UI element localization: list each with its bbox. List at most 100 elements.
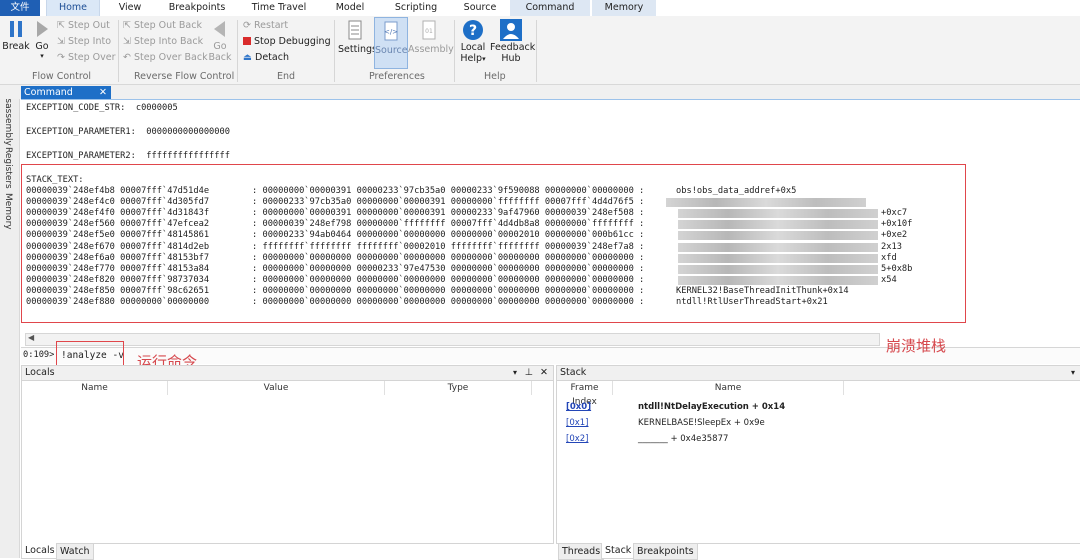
step-over-back-label: Step Over Back [134, 52, 208, 63]
locals-pane: Locals ▾ ⊥ ✕ Name Value Type [21, 365, 554, 544]
horizontal-scrollbar[interactable]: ◀ [25, 333, 880, 346]
restart-button[interactable]: ⟳ Restart [243, 20, 288, 31]
source-label: Source [375, 45, 408, 56]
tab-memory[interactable]: Memory [592, 0, 656, 16]
step-into-back-label: Step Into Back [134, 36, 204, 47]
frame-index[interactable]: [0x1] [566, 418, 588, 428]
tab-home[interactable]: Home [46, 0, 100, 16]
stack-text-highlight-box [21, 164, 966, 323]
tab-command[interactable]: Command [510, 0, 590, 16]
stack-column-name[interactable]: Name [613, 381, 844, 395]
frame-index[interactable]: [0x2] [566, 434, 588, 444]
stop-debugging-label: Stop Debugging [254, 36, 331, 47]
command-window-tab-label: Command [24, 87, 73, 98]
tab-scripting[interactable]: Scripting [388, 0, 444, 16]
side-tab-memory[interactable]: Memory [3, 193, 13, 230]
tab-view[interactable]: View [104, 0, 156, 16]
tab-file[interactable]: 文件 [0, 0, 40, 16]
stop-debugging-button[interactable]: Stop Debugging [243, 36, 331, 47]
go-button[interactable]: Go ▾ [32, 20, 52, 60]
go-dropdown-icon: ▾ [40, 52, 44, 60]
source-button[interactable]: </> Source [374, 17, 408, 69]
assembly-button[interactable]: 01 Assembly [408, 20, 454, 55]
tab-stack[interactable]: Stack [601, 543, 636, 559]
step-over-label: Step Over [68, 52, 116, 63]
group-label-flow-control: Flow Control [32, 71, 92, 82]
close-icon[interactable]: ✕ [99, 86, 107, 99]
step-over-button[interactable]: ↷ Step Over [57, 52, 116, 63]
command-highlight-box [56, 341, 124, 367]
local-help-label-2: Help [460, 53, 483, 64]
tab-breakpoints[interactable]: Breakpoints [633, 543, 698, 560]
go-back-icon [214, 21, 225, 37]
settings-button[interactable]: Settings [338, 20, 377, 55]
feedback-hub-icon [500, 19, 522, 41]
stack-pane: Stack ▾ Frame Index Name [0x0] ntdll!NtD… [556, 365, 1080, 544]
step-out-button[interactable]: ⇱ Step Out [57, 20, 110, 31]
break-button[interactable]: Break [2, 20, 30, 52]
locals-column-value[interactable]: Value [168, 381, 385, 395]
step-out-back-label: Step Out Back [134, 20, 202, 31]
pause-icon [10, 21, 22, 37]
local-help-label-2-row: Help▾ [458, 53, 488, 64]
step-over-back-icon: ↶ [123, 52, 131, 63]
step-out-back-button[interactable]: ⇱ Step Out Back [123, 20, 202, 31]
side-tab-registers[interactable]: Registers [3, 147, 13, 189]
locals-column-type[interactable]: Type [385, 381, 532, 395]
menu-tab-bar: 文件 Home View Breakpoints Time Travel Mod… [0, 0, 1080, 16]
feedback-hub-button[interactable]: Feedback Hub [490, 19, 535, 64]
tab-locals[interactable]: Locals [21, 543, 59, 559]
step-into-back-button[interactable]: ⇲ Step Into Back [123, 36, 203, 47]
chevron-down-icon: ▾ [482, 55, 486, 63]
stack-title: Stack [560, 367, 587, 378]
tab-watch[interactable]: Watch [56, 543, 94, 560]
tab-source[interactable]: Source [456, 0, 504, 16]
ribbon-separator [536, 20, 537, 82]
detach-button[interactable]: ⏏ Detach [243, 52, 289, 63]
go-back-button[interactable]: Go Back [207, 20, 233, 63]
local-help-button[interactable]: ? Local Help▾ [458, 19, 488, 64]
command-window-tab[interactable]: Command ✕ [21, 86, 111, 99]
ribbon-separator [118, 20, 119, 82]
restart-label: Restart [254, 20, 289, 31]
tab-model[interactable]: Model [326, 0, 374, 16]
stack-pane-title: Stack ▾ [557, 366, 1080, 381]
pin-icon[interactable]: ⊥ [525, 366, 533, 380]
tab-time-travel[interactable]: Time Travel [246, 0, 312, 16]
side-tab-bar: Disassembly Registers Memory [0, 85, 20, 558]
assembly-file-icon: 01 [422, 20, 436, 40]
dropdown-icon[interactable]: ▾ [513, 366, 517, 380]
go-back-label-2: Back [208, 52, 232, 63]
command-output-line: EXCEPTION_CODE_STR: c0000005 [26, 103, 178, 113]
step-into-icon: ⇲ [57, 36, 65, 47]
annotation-crash-stack: 崩溃堆栈 [886, 337, 947, 355]
command-output-line: EXCEPTION_PARAMETER2: ffffffffffffffff [26, 151, 230, 161]
restart-icon: ⟳ [243, 20, 251, 31]
go-back-label-1: Go [213, 41, 227, 52]
assembly-label: Assembly [408, 44, 454, 55]
tab-threads[interactable]: Threads [558, 543, 605, 560]
frame-index[interactable]: [0x0] [566, 402, 591, 412]
step-out-label: Step Out [68, 20, 110, 31]
group-label-reverse-flow-control: Reverse Flow Control [134, 71, 235, 82]
svg-text:</>: </> [384, 28, 398, 36]
close-icon[interactable]: ✕ [540, 366, 548, 380]
frame-name: ntdll!NtDelayExecution + 0x14 [638, 402, 786, 412]
dropdown-icon[interactable]: ▾ [1071, 366, 1075, 380]
detach-icon: ⏏ [243, 52, 252, 63]
command-prompt: 0:109> [23, 350, 55, 360]
feedback-hub-label-2: Hub [501, 53, 521, 64]
tab-breakpoints[interactable]: Breakpoints [164, 0, 230, 16]
stack-column-frame-index[interactable]: Frame Index [557, 381, 613, 407]
step-out-back-icon: ⇱ [123, 20, 131, 31]
locals-column-name[interactable]: Name [22, 381, 168, 395]
svg-text:?: ? [469, 23, 477, 39]
ribbon-separator [454, 20, 455, 82]
step-out-icon: ⇱ [57, 20, 65, 31]
detach-label: Detach [255, 52, 289, 63]
scroll-left-icon[interactable]: ◀ [28, 333, 34, 342]
local-help-label-1: Local [460, 42, 486, 53]
step-over-back-button[interactable]: ↶ Step Over Back [123, 52, 208, 63]
source-file-icon: </> [384, 21, 398, 41]
step-into-button[interactable]: ⇲ Step Into [57, 36, 111, 47]
